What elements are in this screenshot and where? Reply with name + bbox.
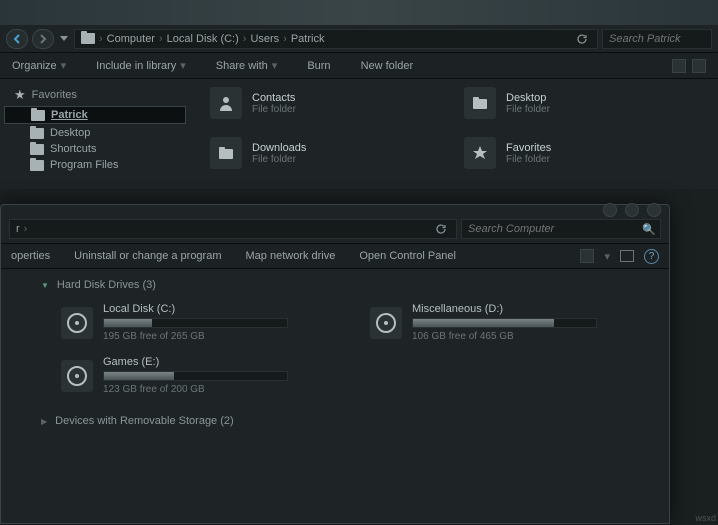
file-desktop[interactable]: DesktopFile folder <box>464 87 698 119</box>
favorites-header[interactable]: ★Favorites <box>0 85 190 105</box>
view-options-icon[interactable] <box>672 59 686 73</box>
folder-icon <box>31 110 45 121</box>
file-contacts[interactable]: ContactsFile folder <box>210 87 444 119</box>
back-button[interactable] <box>6 29 28 49</box>
toolbar: Organize ▾ Include in library ▾ Share wi… <box>0 53 718 79</box>
disk-icon <box>370 307 402 339</box>
usage-bar <box>103 318 288 328</box>
chevron-right-icon: › <box>99 33 103 45</box>
maximize-button[interactable] <box>625 203 639 217</box>
content-area: ▼Hard Disk Drives (3) Local Disk (C:) 19… <box>1 269 669 449</box>
breadcrumb-users[interactable]: Users <box>250 33 279 45</box>
usage-bar <box>412 318 597 328</box>
organize-menu[interactable]: Organize ▾ <box>12 59 66 72</box>
chevron-right-icon: › <box>159 33 163 45</box>
dropdown-icon[interactable]: ▾ <box>604 250 610 263</box>
address-bar[interactable]: r› <box>9 219 457 239</box>
new-folder-button[interactable]: New folder <box>361 60 414 72</box>
search-input[interactable] <box>609 33 705 45</box>
help-icon[interactable]: ? <box>644 249 659 264</box>
view-controls <box>672 59 706 73</box>
sidebar-item-shortcuts[interactable]: Shortcuts <box>0 141 190 157</box>
chevron-right-icon: › <box>24 223 28 235</box>
explorer-window-1: › Computer › Local Disk (C:) › Users › P… <box>0 0 718 189</box>
crumb-icon <box>81 33 95 44</box>
forward-button[interactable] <box>32 29 54 49</box>
nav-bar: r› 🔍 <box>1 205 669 243</box>
content-area: ★Favorites Patrick Desktop Shortcuts Pro… <box>0 79 718 189</box>
preview-pane-icon[interactable] <box>620 250 634 262</box>
drive-d[interactable]: Miscellaneous (D:) 106 GB free of 465 GB <box>370 303 649 342</box>
minimize-button[interactable] <box>603 203 617 217</box>
folder-icon <box>30 128 44 139</box>
view-options-icon[interactable] <box>580 249 594 263</box>
person-icon <box>210 87 242 119</box>
sidebar-item-desktop[interactable]: Desktop <box>0 125 190 141</box>
file-favorites[interactable]: FavoritesFile folder <box>464 137 698 169</box>
disk-icon <box>61 307 93 339</box>
expand-icon: ▶ <box>41 417 47 426</box>
folder-icon <box>30 144 44 155</box>
breadcrumb-computer[interactable]: Computer <box>107 33 155 45</box>
search-box[interactable]: 🔍 <box>461 219 661 239</box>
search-box[interactable] <box>602 29 712 49</box>
include-library-menu[interactable]: Include in library ▾ <box>96 59 186 72</box>
sidebar-item-programfiles[interactable]: Program Files <box>0 157 190 173</box>
folder-icon <box>30 160 44 171</box>
chevron-right-icon: › <box>283 33 287 45</box>
file-grid: ContactsFile folder DesktopFile folder D… <box>190 79 718 189</box>
refresh-button[interactable] <box>573 30 591 48</box>
explorer-window-2: r› 🔍 operties Uninstall or change a prog… <box>0 204 670 524</box>
history-dropdown[interactable] <box>58 36 70 42</box>
folder-icon <box>210 137 242 169</box>
address-bar[interactable]: › Computer › Local Disk (C:) › Users › P… <box>74 29 598 49</box>
drive-e[interactable]: Games (E:) 123 GB free of 200 GB <box>61 356 340 395</box>
uninstall-button[interactable]: Uninstall or change a program <box>74 250 221 262</box>
close-button[interactable] <box>647 203 661 217</box>
drive-c[interactable]: Local Disk (C:) 195 GB free of 265 GB <box>61 303 340 342</box>
expand-icon: ▼ <box>41 281 49 290</box>
sidebar-item-patrick[interactable]: Patrick <box>4 106 186 124</box>
usage-bar <box>103 371 288 381</box>
properties-button[interactable]: operties <box>11 250 50 262</box>
search-icon: 🔍 <box>642 223 656 236</box>
chevron-right-icon: › <box>243 33 247 45</box>
breadcrumb-patrick[interactable]: Patrick <box>291 33 325 45</box>
control-panel-button[interactable]: Open Control Panel <box>359 250 456 262</box>
drives-grid: Local Disk (C:) 195 GB free of 265 GB Mi… <box>41 303 649 395</box>
folder-icon <box>464 87 496 119</box>
toolbar: operties Uninstall or change a program M… <box>1 243 669 269</box>
nav-bar: › Computer › Local Disk (C:) › Users › P… <box>0 25 718 53</box>
sidebar: ★Favorites Patrick Desktop Shortcuts Pro… <box>0 79 190 189</box>
disk-icon <box>61 360 93 392</box>
star-icon: ★ <box>14 87 26 103</box>
preview-pane-icon[interactable] <box>692 59 706 73</box>
file-downloads[interactable]: DownloadsFile folder <box>210 137 444 169</box>
star-icon <box>464 137 496 169</box>
window-controls <box>603 203 661 217</box>
search-input[interactable] <box>468 223 654 235</box>
group-removable[interactable]: ▶Devices with Removable Storage (2) <box>41 415 649 427</box>
group-hard-drives[interactable]: ▼Hard Disk Drives (3) <box>41 279 649 291</box>
window-header <box>0 0 718 25</box>
watermark: wsxd <box>695 513 716 523</box>
breadcrumb-disk[interactable]: Local Disk (C:) <box>167 33 239 45</box>
burn-button[interactable]: Burn <box>307 60 330 72</box>
map-drive-button[interactable]: Map network drive <box>246 250 336 262</box>
share-with-menu[interactable]: Share with ▾ <box>216 59 278 72</box>
refresh-button[interactable] <box>432 220 450 238</box>
view-controls: ▾ ? <box>580 249 659 264</box>
